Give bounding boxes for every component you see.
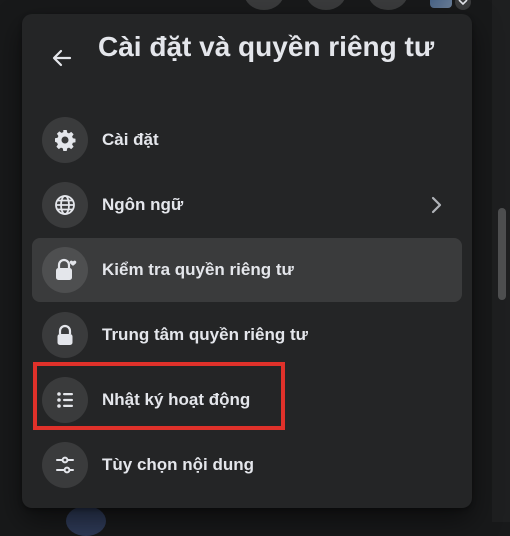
menu-item-label: Trung tâm quyền riêng tư: [102, 325, 308, 344]
menu-item-privacy-center[interactable]: Trung tâm quyền riêng tư: [32, 303, 462, 367]
menu-item-activity-log[interactable]: Nhật ký hoạt động: [32, 368, 462, 432]
menu-item-label: Kiểm tra quyền riêng tư: [102, 260, 294, 279]
menu-item-content-preferences[interactable]: Tùy chọn nội dung: [32, 433, 462, 497]
sliders-icon: [42, 442, 88, 488]
menu-item-privacy-checkup[interactable]: Kiểm tra quyền riêng tư: [32, 238, 462, 302]
menu-item-label: Tùy chọn nội dung: [102, 455, 255, 474]
arrow-left-icon: [52, 49, 72, 67]
nav-button[interactable]: [306, 0, 346, 10]
lock-heart-icon: [42, 247, 88, 293]
menu-item-label: Cài đặt: [102, 130, 159, 149]
menu-item-language[interactable]: Ngôn ngữ: [32, 173, 462, 237]
list-icon: [42, 377, 88, 423]
page-scrollbar[interactable]: [492, 0, 510, 522]
background-content: [66, 506, 106, 536]
gear-icon: [42, 117, 88, 163]
chevron-right-icon: [431, 196, 442, 214]
panel-header: Cài đặt và quyền riêng tư: [22, 14, 472, 114]
globe-icon: [42, 182, 88, 228]
nav-button[interactable]: [244, 0, 284, 10]
menu-item-label: Nhật ký hoạt động: [102, 390, 251, 409]
page-title: Cài đặt và quyền riêng tư: [98, 31, 435, 62]
settings-privacy-panel: Cài đặt và quyền riêng tư Cài đặt Ngôn n…: [22, 14, 472, 508]
menu-item-label: Ngôn ngữ: [102, 195, 184, 214]
nav-button[interactable]: [368, 0, 408, 10]
avatar[interactable]: [430, 0, 452, 8]
back-button[interactable]: [44, 40, 80, 76]
menu-item-settings[interactable]: Cài đặt: [32, 108, 462, 172]
scrollbar-thumb[interactable]: [498, 208, 506, 300]
lock-icon: [42, 312, 88, 358]
